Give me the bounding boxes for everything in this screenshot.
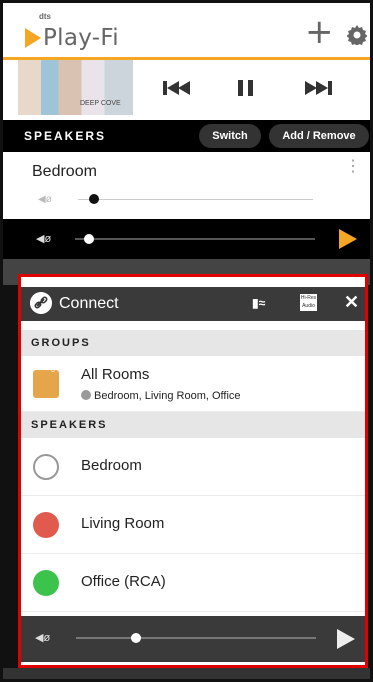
- volume-slider[interactable]: [78, 199, 313, 200]
- group-members: Bedroom, Living Room, Office: [81, 390, 241, 402]
- sofa-icon: [33, 512, 59, 538]
- speaker-name: Bedroom: [32, 163, 97, 180]
- speakers-header: SPEAKERS: [21, 412, 365, 438]
- play-to-icon[interactable]: [337, 629, 355, 649]
- mute-icon[interactable]: ◀ø: [36, 232, 51, 245]
- volume-slider[interactable]: [75, 238, 315, 240]
- speaker-name: Office (RCA): [81, 573, 166, 590]
- next-icon[interactable]: [303, 78, 335, 98]
- group-icon: [33, 370, 59, 398]
- album-art: DEEP COVE: [18, 60, 133, 115]
- connect-panel: Connect ▮≈ Hi-Res Audio ✕ GROUPS 3 All R…: [18, 274, 368, 668]
- add-remove-button[interactable]: Add / Remove: [269, 124, 369, 148]
- speaker-name: Living Room: [81, 515, 165, 532]
- mute-icon[interactable]: ◀ø: [38, 194, 52, 205]
- speakers-bar: SPEAKERS Switch Add / Remove: [3, 120, 370, 152]
- app-title: Play-Fi: [43, 25, 119, 51]
- album-art-text: DEEP COVE: [80, 100, 121, 107]
- main-volume-bar: ◀ø: [3, 219, 370, 259]
- more-options-icon[interactable]: ⋮: [345, 159, 361, 175]
- group-name: All Rooms: [81, 366, 150, 383]
- mute-icon[interactable]: ◀ø: [35, 631, 50, 644]
- connect-header: Connect ▮≈ Hi-Res Audio ✕: [21, 287, 365, 321]
- group-all-rooms[interactable]: 3 All Rooms Bedroom, Living Room, Office: [21, 356, 365, 412]
- pause-icon[interactable]: [235, 78, 257, 98]
- settings-gear-icon[interactable]: [347, 25, 367, 45]
- groups-header: GROUPS: [21, 330, 365, 356]
- dts-logo: dts: [39, 12, 51, 21]
- close-icon[interactable]: ✕: [344, 292, 359, 313]
- speaker-item-office[interactable]: Office (RCA): [21, 554, 365, 612]
- speaker-item-bedroom[interactable]: Bedroom: [21, 438, 365, 496]
- speaker-name: Bedroom: [81, 457, 142, 474]
- play-to-icon[interactable]: [339, 229, 357, 249]
- speaker-expand-icon[interactable]: ▮≈: [252, 296, 265, 310]
- now-playing: DEEP COVE: [3, 60, 370, 120]
- connect-title: Connect: [59, 295, 119, 312]
- previous-icon[interactable]: [161, 78, 193, 98]
- link-icon: [33, 454, 59, 480]
- volume-slider[interactable]: [76, 637, 316, 639]
- speaker-card-bedroom[interactable]: Bedroom ⋮ ◀ø: [3, 152, 370, 219]
- speakers-label: SPEAKERS: [24, 129, 107, 143]
- app-header: dts Play-Fi +: [3, 3, 370, 60]
- speaker-item-living-room[interactable]: Living Room: [21, 496, 365, 554]
- group-count-badge: 3: [51, 367, 55, 374]
- hires-audio-icon: Hi-Res Audio: [300, 294, 317, 311]
- link-icon: [30, 292, 52, 314]
- volume-knob[interactable]: [84, 234, 95, 244]
- play-fi-logo-icon: [25, 28, 41, 48]
- volume-knob[interactable]: [89, 194, 100, 204]
- add-button[interactable]: +: [305, 15, 334, 49]
- background-strip: [3, 668, 370, 679]
- link-icon: [81, 390, 91, 400]
- desk-icon: [33, 570, 59, 596]
- switch-button[interactable]: Switch: [199, 124, 261, 148]
- connect-volume-bar: ◀ø: [21, 616, 365, 662]
- volume-knob[interactable]: [131, 633, 141, 643]
